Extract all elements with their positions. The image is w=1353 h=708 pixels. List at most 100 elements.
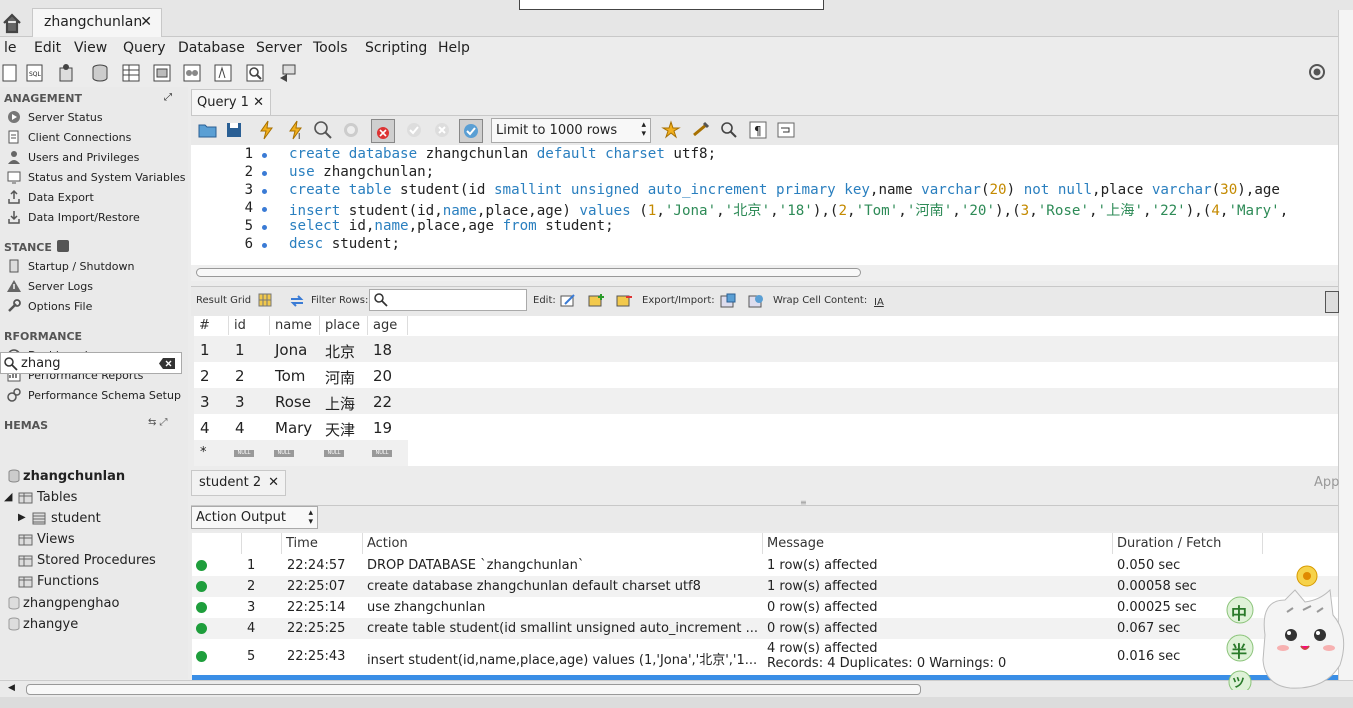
cell-place[interactable]: 北京: [325, 341, 355, 362]
tree-functions[interactable]: Functions: [37, 574, 99, 594]
cell-place[interactable]: 上海: [325, 393, 355, 414]
cell-name[interactable]: Tom: [275, 367, 305, 385]
output-type-select[interactable]: Action Output ▴ ▾: [191, 506, 318, 529]
wrap-lines-icon[interactable]: [775, 119, 797, 141]
create-schema-icon[interactable]: [89, 62, 111, 84]
output-header-action[interactable]: Action: [363, 533, 763, 554]
execute-current-icon[interactable]: I: [285, 119, 307, 141]
home-icon[interactable]: [2, 12, 22, 34]
nav-client-connections[interactable]: Client Connections: [6, 129, 186, 147]
null-badge[interactable]: NULL: [274, 450, 294, 457]
open-sql-file-icon[interactable]: SQL: [24, 62, 46, 84]
stop-icon[interactable]: [340, 119, 362, 141]
tree-schema-zhangye[interactable]: zhangye: [23, 617, 78, 637]
cell-id[interactable]: 1: [235, 341, 245, 359]
output-header-message[interactable]: Message: [763, 533, 1113, 554]
wrap-cell-icon[interactable]: IA: [873, 293, 889, 309]
scroll-left-icon[interactable]: ◀: [8, 683, 15, 693]
schema-search-input[interactable]: zhang: [0, 352, 182, 374]
maximize-icon[interactable]: ⤢: [164, 92, 172, 103]
cell-age[interactable]: 22: [373, 393, 392, 411]
inspector-icon[interactable]: [56, 62, 78, 84]
settings-gear-icon[interactable]: [1306, 61, 1328, 83]
invisible-chars-icon[interactable]: ¶: [747, 119, 769, 141]
expand-student-icon[interactable]: ▶: [18, 512, 26, 532]
insert-row-icon[interactable]: [587, 292, 605, 310]
cell-id[interactable]: 3: [235, 393, 245, 411]
nav-server-logs[interactable]: Server Logs: [6, 278, 186, 296]
cell-age[interactable]: 19: [373, 419, 392, 437]
cell-name[interactable]: Jona: [275, 341, 307, 359]
create-table-icon[interactable]: [120, 62, 142, 84]
output-row[interactable]: 5 22:25:43 insert student(id,name,place,…: [192, 639, 1338, 673]
limit-rows-select[interactable]: Limit to 1000 rows ▴ ▾: [491, 118, 651, 143]
output-row[interactable]: 4 22:25:25 create table student(id small…: [192, 618, 1338, 639]
find-icon[interactable]: [718, 119, 740, 141]
tree-stored-procedures[interactable]: Stored Procedures: [37, 553, 156, 573]
sql-editor[interactable]: 1 2 3 4 5 6 create database zhangchunlan…: [191, 145, 1338, 265]
toggle-error-stop-icon[interactable]: [371, 119, 395, 143]
cell-place[interactable]: 河南: [325, 367, 355, 388]
tree-schema-zhangchunlan[interactable]: zhangchunlan: [23, 469, 125, 489]
save-icon[interactable]: [224, 119, 246, 141]
grid-header-place[interactable]: place: [320, 316, 368, 335]
result-tab[interactable]: student 2 ✕: [191, 470, 286, 496]
nav-status-variables[interactable]: Status and System Variables: [6, 169, 186, 187]
query-tab[interactable]: Query 1 ✕: [191, 89, 271, 115]
export-icon[interactable]: [719, 292, 737, 310]
menu-view[interactable]: View: [74, 40, 107, 56]
output-row[interactable]: 3 22:25:14 use zhangchunlan 0 row(s) aff…: [192, 597, 1338, 618]
search-table-data-icon[interactable]: [244, 62, 266, 84]
autocommit-icon[interactable]: [459, 119, 483, 143]
close-icon[interactable]: ✕: [140, 14, 152, 30]
tree-schema-zhangpenghao[interactable]: zhangpenghao: [23, 596, 119, 616]
close-icon[interactable]: ✕: [253, 95, 264, 110]
nav-server-status[interactable]: Server Status: [6, 109, 186, 127]
table-row[interactable]: 3 3 Rose 上海 22: [194, 388, 1338, 414]
connection-tab[interactable]: zhangchunlan ✕: [32, 8, 162, 37]
new-sql-tab-icon[interactable]: [0, 62, 22, 84]
reconnect-icon[interactable]: [277, 62, 299, 84]
nav-performance-schema-setup[interactable]: Performance Schema Setup: [6, 387, 186, 405]
menu-scripting[interactable]: Scripting: [365, 40, 427, 56]
cell-id[interactable]: 4: [235, 419, 245, 437]
menu-edit[interactable]: Edit: [34, 40, 61, 56]
tree-views[interactable]: Views: [37, 532, 75, 552]
import-icon[interactable]: [747, 292, 765, 310]
filter-rows-input[interactable]: [369, 289, 527, 311]
output-header-duration[interactable]: Duration / Fetch: [1113, 533, 1263, 554]
menu-database[interactable]: Database: [178, 40, 245, 56]
close-icon[interactable]: ✕: [268, 475, 279, 490]
desktop-mascot[interactable]: 中 半 ツ: [1225, 560, 1353, 694]
grid-header-age[interactable]: age: [368, 316, 408, 335]
editor-horizontal-scrollbar[interactable]: [191, 265, 1338, 281]
grid-header-id[interactable]: id: [229, 316, 270, 335]
refresh-icon[interactable]: [289, 293, 305, 309]
grid-header-name[interactable]: name: [270, 316, 320, 335]
nav-data-export[interactable]: Data Export: [6, 189, 186, 207]
table-row[interactable]: 4 4 Mary 天津 19: [194, 414, 1338, 440]
cell-place[interactable]: 天津: [325, 419, 355, 440]
rollback-icon[interactable]: [431, 119, 453, 141]
edit-row-icon[interactable]: [559, 292, 577, 310]
menu-server[interactable]: Server: [256, 40, 302, 56]
nav-options-file[interactable]: Options File: [6, 298, 186, 316]
create-function-icon[interactable]: [212, 62, 234, 84]
null-badge[interactable]: NULL: [234, 450, 254, 457]
bottom-horizontal-scrollbar[interactable]: ◀: [0, 680, 1353, 697]
null-badge[interactable]: NULL: [372, 450, 392, 457]
execute-icon[interactable]: [256, 119, 278, 141]
clear-search-icon[interactable]: [159, 358, 175, 369]
open-file-icon[interactable]: [197, 119, 219, 141]
panel-toggle[interactable]: [1325, 291, 1339, 313]
menu-tools[interactable]: Tools: [313, 40, 348, 56]
scrollbar-thumb[interactable]: [196, 268, 861, 277]
null-badge[interactable]: NULL: [324, 450, 344, 457]
table-row[interactable]: 1 1 Jona 北京 18: [194, 336, 1338, 362]
output-row[interactable]: 1 22:24:57 DROP DATABASE `zhangchunlan` …: [192, 555, 1338, 576]
nav-startup-shutdown[interactable]: Startup / Shutdown: [6, 258, 186, 276]
beautify-icon[interactable]: [690, 119, 712, 141]
nav-users-privileges[interactable]: Users and Privileges: [6, 149, 186, 167]
cell-age[interactable]: 20: [373, 367, 392, 385]
tree-tables[interactable]: Tables: [37, 490, 77, 510]
